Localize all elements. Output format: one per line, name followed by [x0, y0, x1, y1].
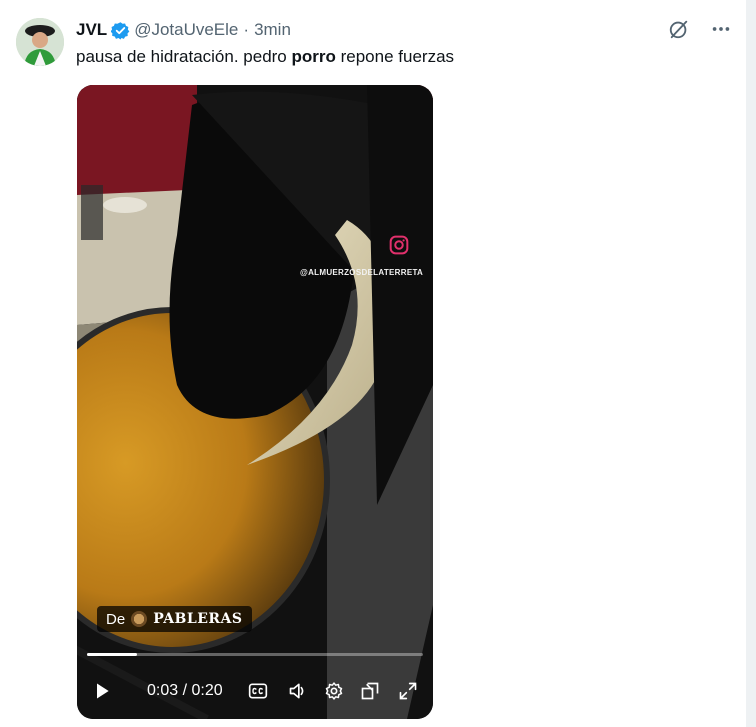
volume-icon[interactable] [287, 680, 309, 702]
video-progress-bar[interactable] [87, 653, 423, 656]
more-icon[interactable] [710, 18, 732, 40]
pip-icon[interactable] [359, 680, 381, 702]
fullscreen-icon[interactable] [397, 680, 419, 702]
video-controls: 0:03 / 0:20 [77, 673, 433, 709]
instagram-icon [389, 235, 409, 255]
video-player[interactable]: @ALMUERZOSDELATERRETA De PABLERAS 0:03 /… [77, 85, 433, 719]
verified-badge-icon [110, 21, 130, 40]
grok-icon[interactable] [668, 18, 690, 40]
video-time: 0:03 / 0:20 [147, 682, 223, 699]
play-icon[interactable] [91, 680, 113, 702]
tweet-text-bold: porro [291, 47, 336, 66]
tweet-text-part-1: pausa de hidratación. pedro [76, 47, 292, 66]
tweet-text-part-2: repone fuerzas [335, 47, 455, 66]
video-watermark: @ALMUERZOSDELATERRETA [300, 268, 424, 277]
author-name[interactable]: JVL [76, 20, 107, 40]
video-progress-fill [87, 653, 138, 656]
source-avatar-icon [131, 611, 148, 627]
video-source-attribution[interactable]: De PABLERAS [97, 606, 252, 632]
settings-icon[interactable] [323, 680, 345, 702]
avatar[interactable] [16, 18, 64, 66]
source-prefix: De [106, 610, 126, 628]
captions-icon[interactable] [247, 680, 269, 702]
tweet-timestamp[interactable]: 3min [254, 20, 291, 40]
scroll-edge [746, 0, 756, 727]
source-name: PABLERAS [153, 611, 243, 627]
separator-dot: · [243, 20, 250, 39]
tweet-header: JVL @JotaUveEle · 3min [76, 19, 291, 41]
author-handle[interactable]: @JotaUveEle [134, 20, 238, 40]
tweet-actions-top [668, 18, 732, 40]
tweet-text: pausa de hidratación. pedro porro repone… [76, 46, 454, 68]
